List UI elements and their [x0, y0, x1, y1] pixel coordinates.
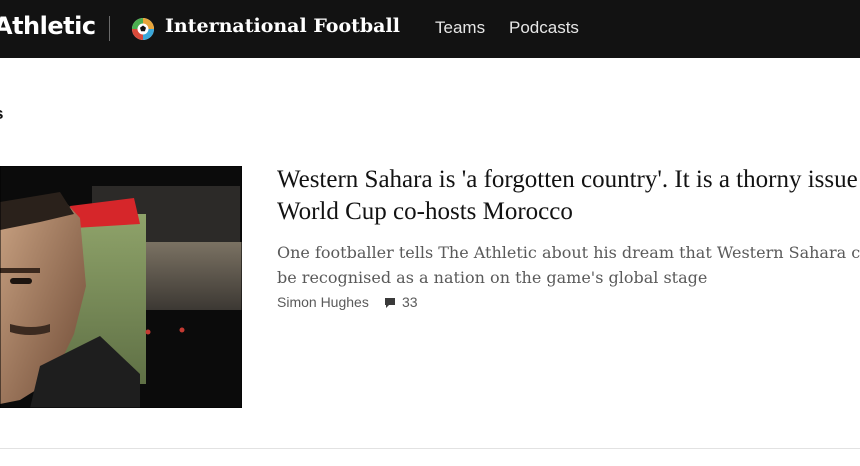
comments-link[interactable]: 33 — [384, 294, 418, 310]
nav-podcasts[interactable]: Podcasts — [509, 18, 579, 38]
site-logo[interactable]: Athletic — [0, 12, 96, 40]
nav-teams[interactable]: Teams — [435, 18, 485, 38]
article-thumbnail[interactable] — [0, 166, 242, 408]
article-image — [0, 166, 242, 408]
logo-divider — [109, 16, 110, 41]
comment-icon — [385, 298, 395, 309]
article-author[interactable]: Simon Hughes — [277, 294, 369, 310]
section-title-link[interactable]: International Football — [165, 15, 400, 37]
comment-count: 33 — [402, 294, 418, 310]
article-headline[interactable]: Western Sahara is 'a forgotten country'.… — [277, 164, 860, 228]
section-heading: s — [0, 104, 3, 124]
top-nav-bar: Athletic International Football Teams Po… — [0, 0, 860, 58]
section-divider — [0, 448, 860, 449]
article-summary: One footballer tells The Athletic about … — [277, 243, 860, 287]
football-ball-icon — [132, 18, 154, 40]
